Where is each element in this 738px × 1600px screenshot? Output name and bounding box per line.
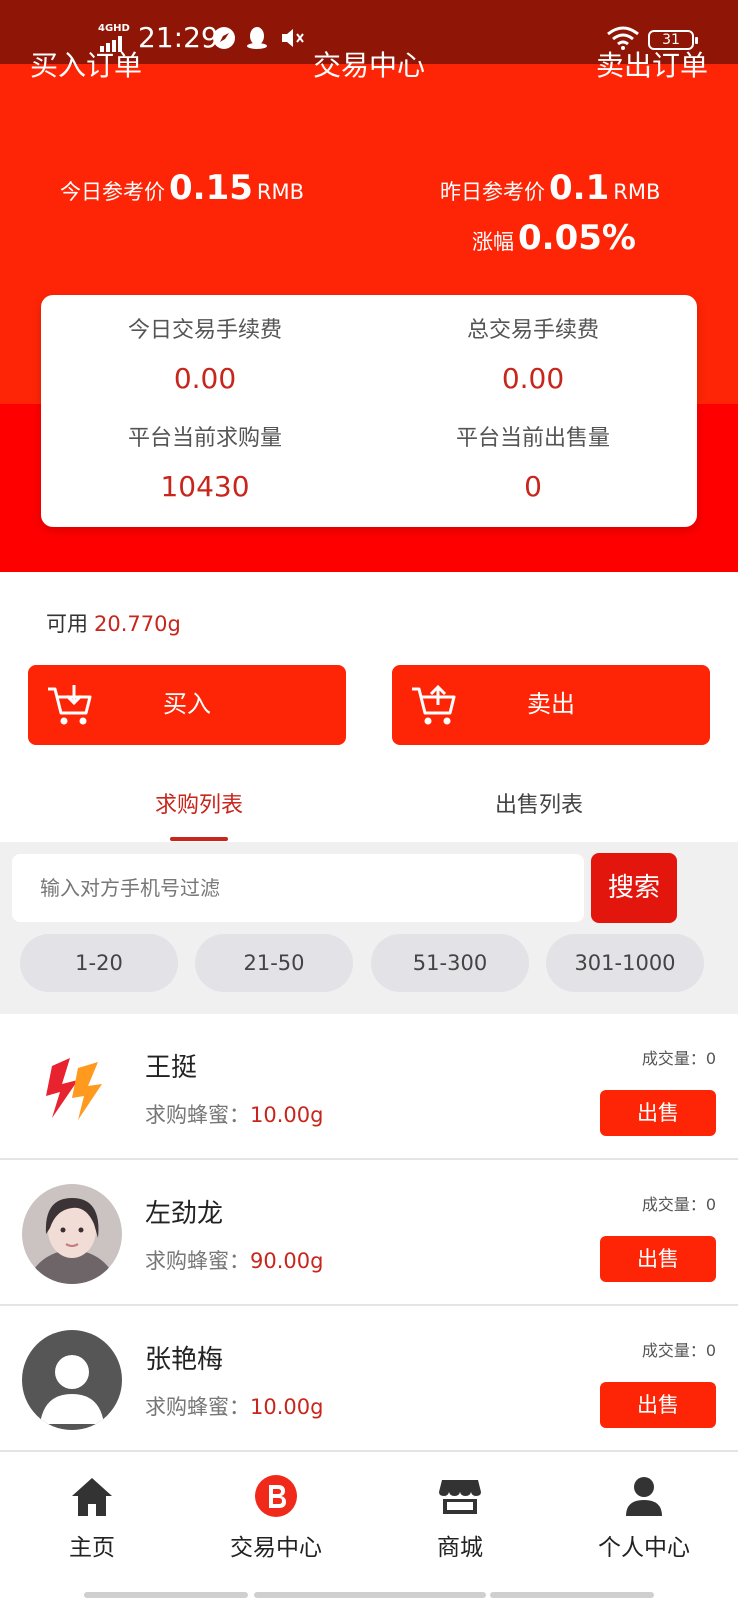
available-balance: 可用 20.770g [46, 610, 181, 638]
avatar [22, 1184, 122, 1284]
sell-volume-value: 0 [524, 470, 542, 503]
today-price-unit: RMB [256, 180, 305, 204]
filter-area: 搜索 1-20 21-50 51-300 301-1000 [0, 842, 738, 1014]
default-avatar-icon [22, 1330, 122, 1430]
today-price-value: 0.15 [169, 168, 253, 208]
yesterday-price-unit: RMB [613, 180, 661, 204]
today-fee-value: 0.00 [173, 362, 237, 395]
total-fee-value: 0.00 [501, 362, 565, 395]
buy-request-label: 求购蜂蜜： [145, 1103, 250, 1127]
today-price: 今日参考价 0.15 RMB [60, 168, 304, 208]
buy-request-amount: 10.00g [250, 1395, 324, 1419]
buy-request-label: 求购蜂蜜： [145, 1395, 250, 1419]
sell-to-buyer-button[interactable]: 出售 [600, 1236, 716, 1282]
user-photo [22, 1184, 122, 1284]
buyer-name: 张艳梅 [145, 1345, 224, 1375]
available-value: 20.770g [94, 612, 181, 636]
buy-button-label: 买入 [163, 690, 211, 718]
range-chip-2[interactable]: 21-50 [195, 934, 353, 992]
buy-button[interactable]: 买入 [28, 665, 346, 745]
sell-orders-link[interactable]: 卖出订单 [596, 46, 708, 86]
yesterday-price-value: 0.1 [549, 168, 610, 208]
tab-sell-list[interactable]: 出售列表 [370, 788, 708, 824]
price-change-value: 0.05% [518, 218, 636, 258]
sell-to-buyer-button[interactable]: 出售 [600, 1382, 716, 1428]
stats-card: 今日交易手续费 0.00 总交易手续费 0.00 平台当前求购量 10430 平… [41, 295, 697, 527]
sell-to-buyer-button[interactable]: 出售 [600, 1090, 716, 1136]
network-type: 4GHD [98, 23, 130, 34]
avatar [22, 1038, 122, 1138]
sell-button-label: 卖出 [527, 690, 575, 718]
phone-filter-input[interactable] [12, 854, 584, 922]
sell-button[interactable]: 卖出 [392, 665, 710, 745]
sell-volume-stat: 平台当前出售量 0 [369, 425, 697, 505]
deal-count: 成交量：0 [641, 1341, 716, 1360]
yesterday-price-label: 昨日参考价 [440, 180, 545, 204]
home-icon [72, 1478, 112, 1516]
list-item: 王挺 求购蜂蜜：10.00g 成交量：0 出售 [0, 1014, 738, 1160]
buyer-name: 王挺 [145, 1053, 198, 1083]
home-indicator [254, 1592, 486, 1598]
home-indicator [84, 1592, 248, 1598]
today-fee-stat: 今日交易手续费 0.00 [41, 317, 369, 397]
nav-store-label: 商城 [437, 1535, 483, 1561]
buy-volume-stat: 平台当前求购量 10430 [41, 425, 369, 505]
range-chip-1[interactable]: 1-20 [20, 934, 178, 992]
nav-profile-label: 个人中心 [598, 1535, 690, 1561]
buyer-name: 左劲龙 [145, 1199, 224, 1229]
store-icon [439, 1480, 481, 1514]
person-icon [626, 1477, 662, 1516]
avatar [22, 1330, 122, 1430]
range-chip-4[interactable]: 301-1000 [546, 934, 704, 992]
yesterday-price: 昨日参考价 0.1 RMB [440, 168, 660, 208]
nav-home[interactable]: 主页 [0, 1472, 184, 1564]
tab-buy-list[interactable]: 求购列表 [30, 788, 368, 824]
list-item: 张艳梅 求购蜂蜜：10.00g 成交量：0 出售 [0, 1306, 738, 1452]
buy-request-label: 求购蜂蜜： [145, 1249, 250, 1273]
nav-profile[interactable]: 个人中心 [552, 1472, 736, 1564]
nav-trade-center-label: 交易中心 [230, 1535, 322, 1561]
today-price-label: 今日参考价 [60, 180, 165, 204]
buy-request-amount: 90.00g [250, 1249, 324, 1273]
available-label: 可用 [46, 612, 88, 636]
total-fee-label: 总交易手续费 [466, 318, 599, 343]
buy-request: 求购蜂蜜：10.00g [145, 1392, 323, 1422]
bottom-nav: 主页 交易中心 商城 个人中心 [0, 1452, 738, 1600]
active-tab-indicator [170, 837, 228, 841]
buy-request: 求购蜂蜜：10.00g [145, 1100, 323, 1130]
list-item: 左劲龙 求购蜂蜜：90.00g 成交量：0 出售 [0, 1160, 738, 1306]
buy-volume-label: 平台当前求购量 [127, 426, 282, 451]
nav-store[interactable]: 商城 [368, 1472, 552, 1564]
deal-count: 成交量：0 [641, 1195, 716, 1214]
total-fee-stat: 总交易手续费 0.00 [369, 317, 697, 397]
buy-request: 求购蜂蜜：90.00g [145, 1246, 323, 1276]
lightning-logo-icon [22, 1038, 122, 1138]
range-chip-3[interactable]: 51-300 [371, 934, 529, 992]
buy-volume-value: 10430 [160, 470, 250, 503]
price-change: 涨幅 0.05% [472, 218, 640, 258]
nav-home-label: 主页 [69, 1535, 115, 1561]
trade-b-icon [255, 1475, 297, 1517]
deal-count: 成交量：0 [641, 1049, 716, 1068]
home-indicator [490, 1592, 654, 1598]
buy-request-amount: 10.00g [250, 1103, 324, 1127]
search-button[interactable]: 搜索 [591, 853, 677, 923]
today-fee-label: 今日交易手续费 [127, 318, 282, 343]
nav-trade-center[interactable]: 交易中心 [184, 1472, 368, 1564]
sell-volume-label: 平台当前出售量 [455, 426, 610, 451]
price-change-label: 涨幅 [472, 230, 514, 254]
